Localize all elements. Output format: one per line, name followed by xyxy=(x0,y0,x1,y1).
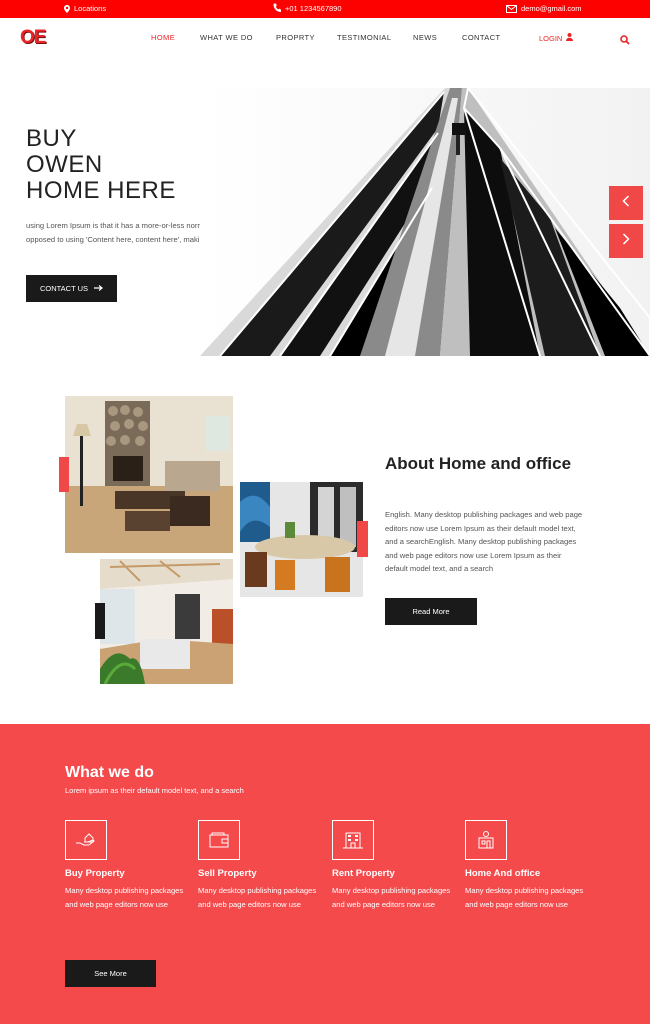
user-icon xyxy=(566,33,574,43)
phone-text: +01 1234567890 xyxy=(285,3,342,13)
location-info[interactable]: Locations xyxy=(64,4,106,13)
what-we-do-title: What we do xyxy=(65,764,154,781)
nav-home[interactable]: HOME xyxy=(151,33,175,42)
slide-prev-button[interactable] xyxy=(609,186,643,220)
nav-property[interactable]: PROPRTY xyxy=(276,33,315,42)
nav-news[interactable]: NEWS xyxy=(413,33,437,42)
interior-room-image xyxy=(100,559,233,684)
hero-title-line: OWEN xyxy=(26,151,103,178)
phone-info[interactable]: +01 1234567890 xyxy=(273,3,342,13)
office-icon xyxy=(465,820,507,860)
arrow-right-icon xyxy=(94,284,103,293)
see-more-button[interactable]: See More xyxy=(65,960,156,987)
read-more-button[interactable]: Read More xyxy=(385,598,477,625)
slide-next-button[interactable] xyxy=(609,224,643,258)
about-title: About Home and office xyxy=(385,454,572,473)
email-text: demo@gmail.com xyxy=(521,4,582,13)
location-text: Locations xyxy=(74,4,107,13)
about-text: English. Many desktop publishing package… xyxy=(385,510,583,574)
main-nav: OE HOME WHAT WE DO PROPRTY TESTIMONIAL N… xyxy=(0,18,650,58)
service-text: Many desktop publishing packages and web… xyxy=(65,886,184,909)
email-info[interactable]: demo@gmail.com xyxy=(506,4,582,13)
hero-title: BUY OWEN HOME HERE xyxy=(26,126,226,204)
hero-building-image xyxy=(200,88,650,356)
nav-testimonial[interactable]: TESTIMONIAL xyxy=(337,33,391,42)
phone-icon xyxy=(273,3,281,13)
hero-section: BUY OWEN HOME HERE using Lorem Ipsum is … xyxy=(0,58,650,356)
contact-us-label: CONTACT US xyxy=(39,284,89,293)
top-bar: Locations +01 1234567890 demo@gmail.com xyxy=(0,0,650,18)
map-pin-icon xyxy=(64,4,70,13)
service-title: Sell Property xyxy=(198,868,257,879)
service-title: Home And office xyxy=(465,868,541,879)
office-meeting-image xyxy=(240,482,363,597)
chevron-left-icon xyxy=(622,194,630,212)
accent-bar xyxy=(95,603,105,639)
chevron-right-icon xyxy=(622,232,630,250)
login-label: LOGIN xyxy=(539,33,563,43)
accent-bar xyxy=(357,521,368,557)
wallet-icon xyxy=(198,820,240,860)
service-title: Buy Property xyxy=(65,868,125,879)
service-card-home-office[interactable]: Home And office Many desktop publishing … xyxy=(465,820,587,912)
service-text: Many desktop publishing packages and web… xyxy=(465,886,584,909)
logo[interactable]: OE xyxy=(20,27,46,49)
what-we-do-subtitle: Lorem ipsum as their default model text,… xyxy=(65,786,244,795)
hand-house-icon xyxy=(65,820,107,860)
hero-title-line: BUY xyxy=(26,125,77,152)
service-card-buy[interactable]: Buy Property Many desktop publishing pac… xyxy=(65,820,187,912)
service-card-rent[interactable]: Rent Property Many desktop publishing pa… xyxy=(332,820,454,912)
service-text: Many desktop publishing packages and web… xyxy=(198,886,317,909)
search-icon[interactable] xyxy=(620,32,630,50)
living-room-image xyxy=(65,396,233,553)
building-icon xyxy=(332,820,374,860)
service-title: Rent Property xyxy=(332,868,395,879)
hero-title-line: HOME HERE xyxy=(26,177,176,204)
service-card-sell[interactable]: Sell Property Many desktop publishing pa… xyxy=(198,820,320,912)
nav-contact[interactable]: CONTACT xyxy=(462,33,501,42)
envelope-icon xyxy=(506,4,517,13)
contact-us-button[interactable]: CONTACT US xyxy=(26,275,117,302)
nav-what-we-do[interactable]: WHAT WE DO xyxy=(200,33,253,42)
login-link[interactable]: LOGIN xyxy=(539,33,574,43)
accent-bar xyxy=(59,457,69,492)
what-we-do-section: What we do Lorem ipsum as their default … xyxy=(0,724,650,1024)
service-text: Many desktop publishing packages and web… xyxy=(332,886,451,909)
